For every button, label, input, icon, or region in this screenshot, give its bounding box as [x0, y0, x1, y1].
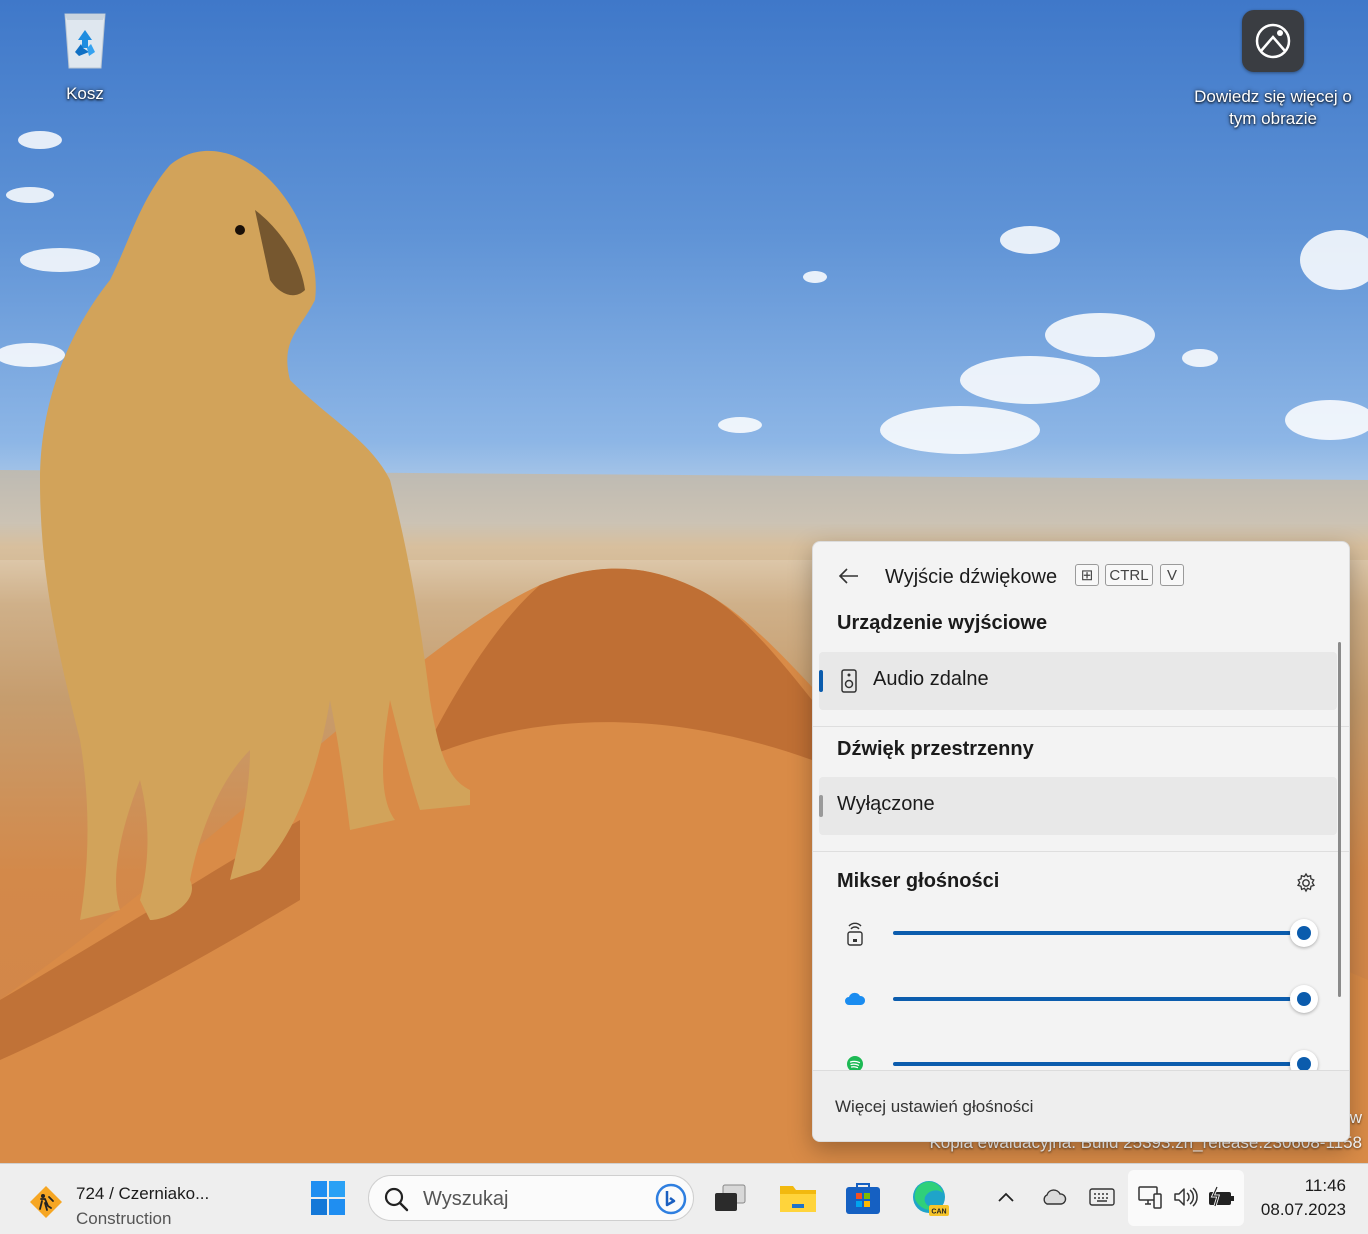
- flyout-title: Wyjście dźwiękowe: [885, 566, 1058, 588]
- mixer-row-onedrive: [813, 979, 1349, 1019]
- folder-icon: [780, 1186, 816, 1212]
- flyout-header: Wyjście dźwiękowe ⊞ CTRL V: [813, 558, 1349, 594]
- weather-widget[interactable]: 724 / Czerniako... Construction: [26, 1174, 286, 1228]
- back-button[interactable]: [835, 562, 863, 590]
- divider: [813, 726, 1349, 727]
- volume-tray-icon: [1170, 1180, 1202, 1214]
- speaker-volume-icon: [1174, 1187, 1198, 1207]
- onedrive-icon: [841, 985, 869, 1013]
- spatial-sound-label: Wyłączone: [837, 793, 935, 815]
- selection-indicator: [819, 795, 823, 817]
- microsoft-store-button[interactable]: [843, 1178, 883, 1218]
- volume-slider-track[interactable]: [893, 931, 1291, 935]
- clock-time[interactable]: 11:46: [1258, 1176, 1346, 1196]
- search-placeholder: Wyszukaj: [423, 1188, 509, 1210]
- bing-chat-icon[interactable]: [655, 1183, 687, 1215]
- learn-more-label-2: tym obrazie: [1229, 109, 1317, 128]
- gear-icon: [1296, 872, 1316, 893]
- onedrive-tray-button[interactable]: [1038, 1180, 1070, 1214]
- flyout-footer: Więcej ustawień głośności: [813, 1070, 1349, 1141]
- search-icon: [384, 1187, 409, 1212]
- volume-slider-thumb[interactable]: [1290, 919, 1318, 947]
- ctrl-key-hint: CTRL: [1105, 564, 1153, 586]
- store-icon: [846, 1183, 880, 1214]
- spatial-sound-heading: Dźwięk przestrzenny: [837, 738, 1034, 760]
- arrow-left-icon: [838, 568, 858, 584]
- watermark-text-1: w: [1349, 1108, 1362, 1127]
- mixer-settings-button[interactable]: [1295, 872, 1317, 894]
- chevron-up-icon: [998, 1192, 1014, 1202]
- start-button[interactable]: [308, 1178, 348, 1218]
- output-device-label: Audio zdalne: [873, 668, 989, 690]
- flyout-scrollbar[interactable]: [1338, 642, 1341, 997]
- edge-canary-button[interactable]: CAN: [910, 1178, 950, 1218]
- speaker-icon: [841, 669, 857, 693]
- v-key-hint: V: [1160, 564, 1184, 586]
- output-device-heading: Urządzenie wyjściowe: [837, 612, 1048, 634]
- more-volume-settings-link[interactable]: Więcej ustawień głośności: [835, 1097, 1033, 1117]
- selection-indicator: [819, 670, 823, 692]
- recycle-bin-icon: [59, 8, 111, 70]
- learn-more-label-1: Dowiedz się więcej o: [1194, 87, 1352, 106]
- volume-mixer-heading: Mikser głośności: [837, 870, 1000, 892]
- output-device-option[interactable]: Audio zdalne: [819, 652, 1337, 710]
- taskbar: 724 / Czerniako... Construction Wyszukaj: [0, 1163, 1368, 1234]
- remote-audio-icon: [841, 919, 869, 947]
- widget-title: 724 / Czerniako...: [76, 1184, 210, 1203]
- volume-slider-track[interactable]: [893, 1062, 1291, 1066]
- show-hidden-icons-button[interactable]: [990, 1180, 1022, 1214]
- keyboard-icon: [1089, 1188, 1115, 1206]
- mixer-row-remote-audio: [813, 913, 1349, 953]
- battery-charging-icon: [1209, 1186, 1234, 1207]
- task-view-icon: [715, 1184, 746, 1211]
- recycle-bin-label: Kosz: [66, 84, 104, 103]
- spatial-sound-option[interactable]: Wyłączone: [819, 777, 1337, 835]
- cloud-icon: [1043, 1189, 1067, 1205]
- edge-canary-icon: CAN: [913, 1181, 949, 1216]
- file-explorer-button[interactable]: [778, 1178, 818, 1218]
- windows-logo-icon: [311, 1181, 345, 1215]
- construction-icon: [30, 1186, 62, 1218]
- task-view-button[interactable]: [710, 1178, 750, 1218]
- learn-about-picture-shortcut[interactable]: Dowiedz się więcej o tym obrazie: [1180, 10, 1366, 130]
- network-icon: [1138, 1186, 1162, 1209]
- widget-subtitle: Construction: [76, 1209, 172, 1228]
- volume-slider-track[interactable]: [893, 997, 1291, 1001]
- touch-keyboard-button[interactable]: [1086, 1180, 1118, 1214]
- svg-text:CAN: CAN: [931, 1209, 946, 1216]
- search-box[interactable]: Wyszukaj: [368, 1175, 694, 1221]
- clock-date[interactable]: 08.07.2023: [1250, 1200, 1346, 1220]
- battery-tray-icon: [1206, 1180, 1238, 1214]
- volume-slider-thumb[interactable]: [1290, 985, 1318, 1013]
- divider: [813, 851, 1349, 852]
- windows-key-hint: ⊞: [1075, 564, 1099, 586]
- network-tray-icon: [1134, 1180, 1166, 1214]
- spotlight-icon: [1242, 10, 1304, 72]
- sound-output-flyout: Wyjście dźwiękowe ⊞ CTRL V Urządzenie wy…: [812, 541, 1350, 1142]
- recycle-bin-shortcut[interactable]: Kosz: [40, 8, 130, 104]
